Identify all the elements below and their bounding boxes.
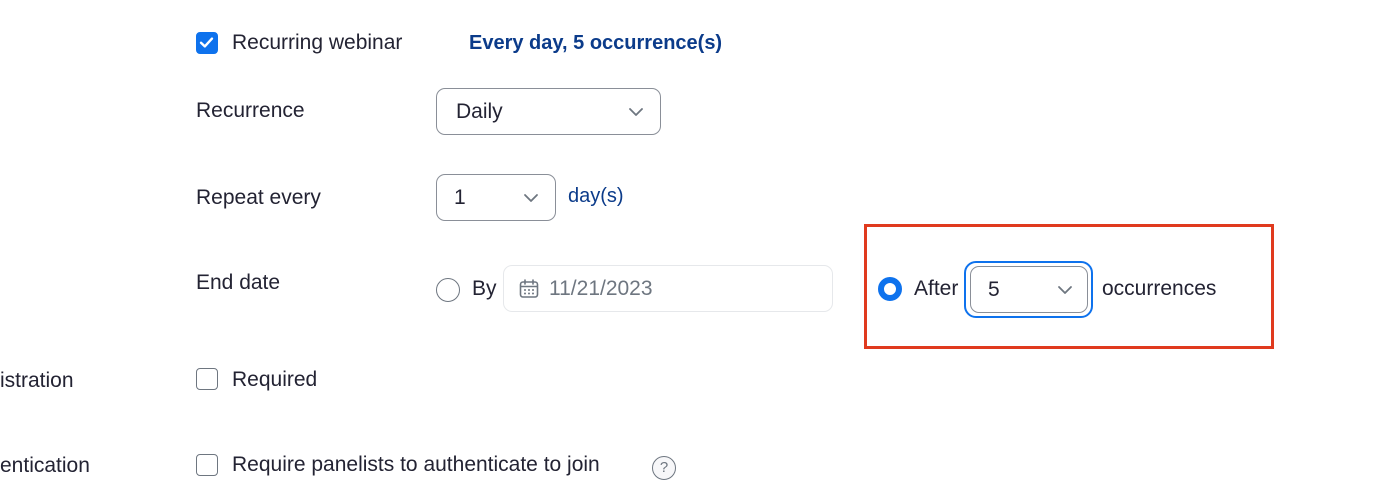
recurring-webinar-checkbox[interactable] bbox=[196, 32, 218, 54]
end-by-label: By bbox=[472, 277, 497, 300]
chevron-down-icon bbox=[629, 107, 643, 116]
occurrences-select[interactable]: 5 bbox=[970, 266, 1088, 313]
authentication-checkbox[interactable] bbox=[196, 454, 218, 476]
recurrence-label: Recurrence bbox=[196, 99, 305, 122]
registration-label: istration bbox=[0, 369, 74, 392]
recurring-webinar-label: Recurring webinar bbox=[232, 31, 403, 54]
chevron-down-icon bbox=[1058, 285, 1072, 294]
repeat-every-label: Repeat every bbox=[196, 186, 321, 209]
occurrences-select-value: 5 bbox=[988, 277, 1000, 301]
calendar-icon bbox=[519, 279, 539, 298]
repeat-unit-label: day(s) bbox=[568, 185, 624, 207]
authentication-label: entication bbox=[0, 454, 90, 477]
recurrence-select[interactable]: Daily bbox=[436, 88, 661, 135]
end-by-radio[interactable] bbox=[436, 278, 460, 302]
end-after-label: After bbox=[914, 277, 959, 300]
repeat-every-select-value: 1 bbox=[454, 185, 466, 209]
end-date-label: End date bbox=[196, 271, 281, 294]
end-by-date-value: 11/21/2023 bbox=[549, 276, 653, 300]
recurrence-select-value: Daily bbox=[456, 99, 503, 123]
authentication-checkbox-label: Require panelists to authenticate to joi… bbox=[232, 453, 600, 476]
occurrences-label: occurrences bbox=[1102, 277, 1217, 300]
registration-required-label: Required bbox=[232, 368, 318, 391]
recurrence-summary: Every day, 5 occurrence(s) bbox=[469, 32, 723, 54]
checkmark-icon bbox=[199, 37, 214, 48]
chevron-down-icon bbox=[524, 193, 538, 202]
registration-required-checkbox[interactable] bbox=[196, 368, 218, 390]
end-by-date-input[interactable]: 11/21/2023 bbox=[503, 265, 833, 312]
help-icon[interactable]: ? bbox=[652, 456, 676, 480]
end-after-radio[interactable] bbox=[878, 277, 902, 301]
repeat-every-select[interactable]: 1 bbox=[436, 174, 556, 221]
